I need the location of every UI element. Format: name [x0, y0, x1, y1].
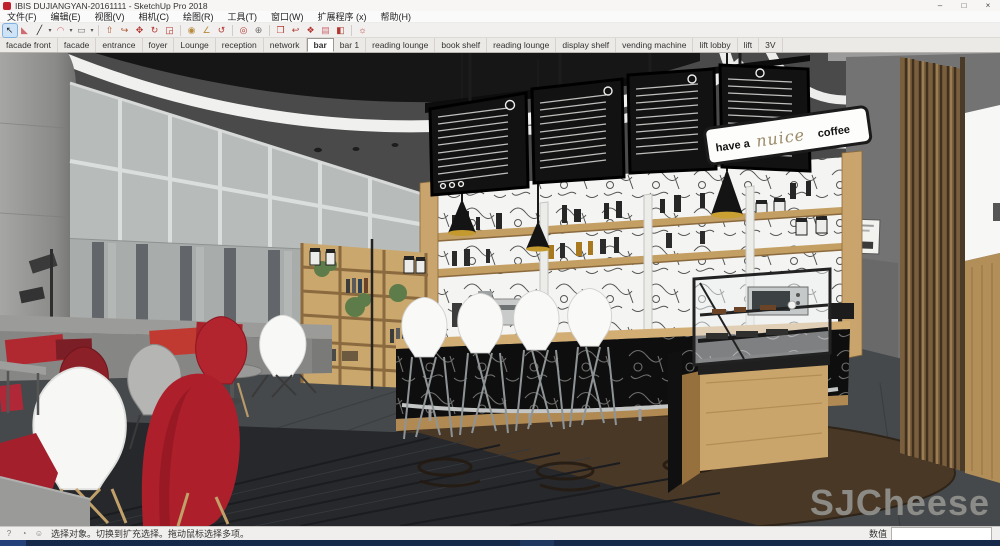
status-help-icon[interactable]: ?: [3, 529, 15, 539]
toolbar-separator: [232, 25, 233, 36]
tab-network[interactable]: network: [264, 38, 307, 52]
paint-bucket-tool[interactable]: ◉: [185, 24, 199, 37]
minimize-button[interactable]: –: [928, 0, 952, 11]
previous-view-tool[interactable]: ↩: [289, 24, 303, 37]
styles-tool[interactable]: ◧: [334, 24, 348, 37]
follow-me-tool[interactable]: ↪: [118, 24, 132, 37]
menu-extensions[interactable]: 扩展程序 (x): [311, 10, 374, 23]
tape-measure-tool[interactable]: ∠: [200, 24, 214, 37]
menu-camera[interactable]: 相机(C): [132, 10, 177, 23]
tab-display-shelf[interactable]: display shelf: [556, 38, 616, 52]
viewport-3d[interactable]: have a nuice coffee: [0, 53, 1000, 526]
wood-slats: [900, 57, 962, 471]
menu-view[interactable]: 视图(V): [88, 10, 132, 23]
concrete-column: [0, 53, 80, 355]
tab-reading-lounge-2[interactable]: reading lounge: [487, 38, 556, 52]
right-opening: [960, 57, 1000, 483]
tab-lift[interactable]: lift: [738, 38, 760, 52]
tab-entrance[interactable]: entrance: [96, 38, 142, 52]
toolbar-separator: [98, 25, 99, 36]
toolbar-separator: [180, 25, 181, 36]
menu-bar: 文件(F) 编辑(E) 视图(V) 相机(C) 绘图(R) 工具(T) 窗口(W…: [0, 11, 1000, 23]
eraser-tool[interactable]: ◣: [18, 24, 32, 37]
status-bar: ? ◔ ☺ 选择对象。切换到扩充选择。拖动鼠标选择多项。 数值: [0, 526, 1000, 540]
select-tool[interactable]: ↖: [3, 24, 17, 37]
tab-vending-machine[interactable]: vending machine: [616, 38, 693, 52]
line-tool[interactable]: ╱: [33, 24, 47, 37]
menu-tools[interactable]: 工具(T): [221, 10, 265, 23]
maximize-button[interactable]: □: [952, 0, 976, 11]
sketchup-window: IBIS DUJIANGYAN-20161111 - SketchUp Pro …: [0, 0, 1000, 546]
components-tool[interactable]: ❖: [304, 24, 318, 37]
tab-reception[interactable]: reception: [216, 38, 264, 52]
measurements-label: 数值: [869, 527, 887, 540]
tab-lift-lobby[interactable]: lift lobby: [693, 38, 737, 52]
menu-help[interactable]: 帮助(H): [374, 10, 419, 23]
rotate-tool[interactable]: ↻: [148, 24, 162, 37]
status-message: 选择对象。切换到扩充选择。拖动鼠标选择多项。: [51, 527, 869, 540]
materials-tool[interactable]: ▤: [319, 24, 333, 37]
tab-book-shelf[interactable]: book shelf: [435, 38, 487, 52]
toolbar-separator: [269, 25, 270, 36]
taskbar-start-segment[interactable]: [0, 540, 26, 546]
windows-taskbar[interactable]: [0, 540, 1000, 546]
tab-facade[interactable]: facade: [58, 38, 97, 52]
shadows-tool[interactable]: ☼: [356, 24, 370, 37]
taskbar-app-segment[interactable]: [520, 540, 554, 546]
chevron-down-icon[interactable]: ▾: [68, 27, 74, 34]
menu-window[interactable]: 窗口(W): [264, 10, 311, 23]
chevron-down-icon[interactable]: ▾: [89, 27, 95, 34]
main-toolbar: ↖ ◣ ╱ ▾ ◠ ▾ ▭ ▾ ⇧ ↪ ✥ ↻ ◲ ◉ ∠ ↺ ◎ ⊕ ❒ ↩ …: [0, 23, 1000, 38]
measurements-input[interactable]: [891, 527, 992, 541]
status-profile-icon[interactable]: ☺: [33, 529, 45, 539]
tab-lounge[interactable]: Lounge: [174, 38, 215, 52]
status-geolocation-icon[interactable]: ◔: [18, 529, 30, 539]
chevron-down-icon[interactable]: ▾: [47, 27, 53, 34]
tab-bar[interactable]: bar: [307, 38, 334, 52]
tab-reading-lounge[interactable]: reading lounge: [366, 38, 435, 52]
sketchup-logo-icon: [3, 2, 11, 10]
tab-3v[interactable]: 3V: [759, 38, 782, 52]
orbit-tool[interactable]: ↺: [215, 24, 229, 37]
arc-tool[interactable]: ◠: [54, 24, 68, 37]
rectangle-tool[interactable]: ▭: [75, 24, 89, 37]
model-scene: have a nuice coffee: [0, 53, 1000, 526]
zoom-tool[interactable]: ⊕: [252, 24, 266, 37]
push-pull-tool[interactable]: ⇧: [103, 24, 117, 37]
menu-edit[interactable]: 编辑(E): [44, 10, 88, 23]
menu-file[interactable]: 文件(F): [0, 10, 44, 23]
scene-tabs: facade front facade entrance foyer Loung…: [0, 38, 1000, 53]
scale-tool[interactable]: ◲: [163, 24, 177, 37]
zoom-extents-tool[interactable]: ❒: [274, 24, 288, 37]
watermark: SJCheese: [810, 482, 990, 523]
tab-bar-1[interactable]: bar 1: [334, 38, 366, 52]
window-title: IBIS DUJIANGYAN-20161111 - SketchUp Pro …: [15, 1, 928, 11]
close-button[interactable]: ×: [976, 0, 1000, 11]
toolbar-separator: [351, 25, 352, 36]
tab-foyer[interactable]: foyer: [143, 38, 175, 52]
tab-facade-front[interactable]: facade front: [0, 38, 58, 52]
move-tool[interactable]: ✥: [133, 24, 147, 37]
offset-tool[interactable]: ◎: [237, 24, 251, 37]
menu-draw[interactable]: 绘图(R): [176, 10, 221, 23]
